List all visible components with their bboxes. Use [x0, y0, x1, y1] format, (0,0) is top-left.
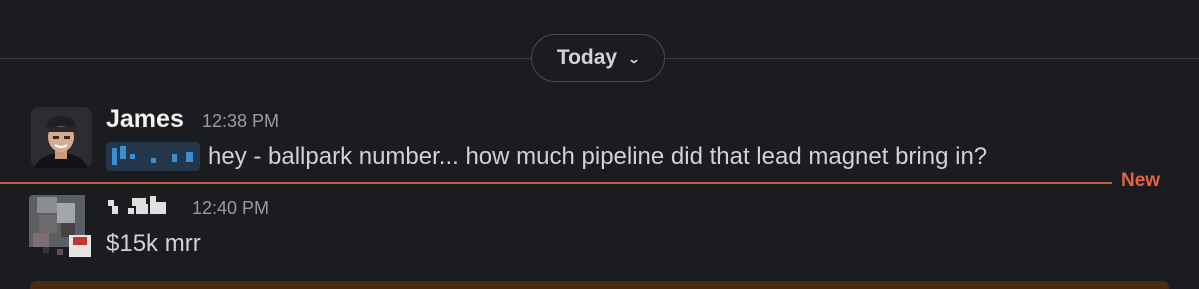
- message-text: $15k mrr: [106, 230, 201, 257]
- new-messages-line: [0, 182, 1112, 184]
- date-divider-label: Today: [556, 46, 618, 69]
- user-photo-icon: [31, 107, 92, 168]
- avatar[interactable]: [29, 195, 92, 258]
- message-body: hey - ballpark number... how much pipeli…: [106, 142, 987, 171]
- message-timestamp[interactable]: 12:40 PM: [192, 198, 269, 219]
- message-text: hey - ballpark number... how much pipeli…: [208, 142, 988, 170]
- chevron-down-icon: ⌄: [627, 52, 641, 66]
- composer-top-edge: [30, 281, 1169, 289]
- message-author[interactable]: James: [106, 105, 184, 134]
- message-timestamp[interactable]: 12:38 PM: [202, 111, 279, 132]
- avatar[interactable]: [31, 107, 92, 168]
- user-photo-icon: [29, 195, 92, 258]
- date-divider-button[interactable]: Today ⌄: [531, 34, 665, 82]
- mention-redacted[interactable]: [106, 142, 200, 171]
- message-author-redacted[interactable]: [106, 196, 178, 216]
- new-messages-label: New: [1121, 170, 1161, 191]
